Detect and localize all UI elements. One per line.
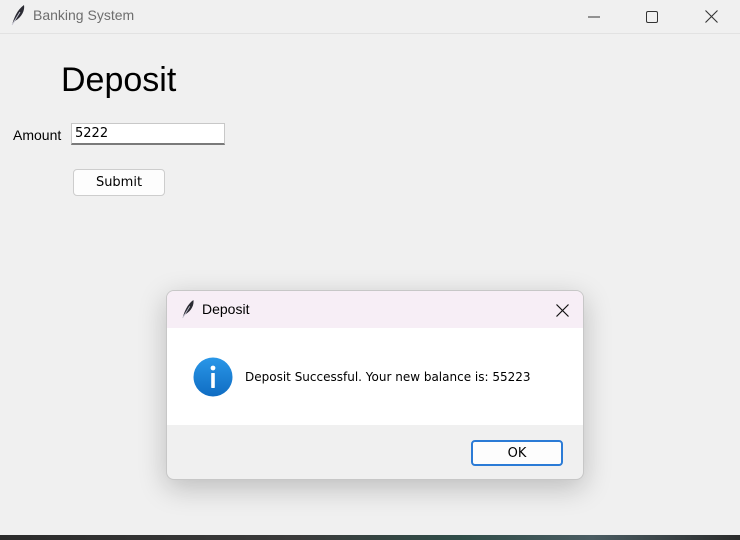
close-icon [704,10,718,23]
minimize-button[interactable] [565,0,623,33]
minimize-icon [588,16,600,17]
info-icon [193,357,233,397]
submit-button[interactable]: Submit [73,169,165,196]
window-title: Banking System [33,7,135,23]
dialog-titlebar: Deposit [167,291,583,328]
dialog-close-button[interactable] [547,297,577,323]
deposit-dialog: Deposit Deposit Successful. Your new bal… [166,290,584,480]
ok-button[interactable]: OK [471,440,563,466]
maximize-icon [646,10,658,23]
page-title: Deposit [61,61,177,99]
dialog-title: Deposit [202,301,250,317]
dialog-message: Deposit Successful. Your new balance is:… [245,370,531,384]
dialog-body: Deposit Successful. Your new balance is:… [167,328,583,425]
close-button[interactable] [682,0,740,33]
amount-input[interactable] [71,123,225,145]
close-icon [555,303,569,317]
amount-label: Amount [13,127,62,143]
background-window-strip [0,535,740,540]
feather-icon [11,5,25,26]
window-titlebar: Banking System [0,0,740,34]
feather-icon [182,300,194,319]
maximize-button[interactable] [623,0,681,33]
